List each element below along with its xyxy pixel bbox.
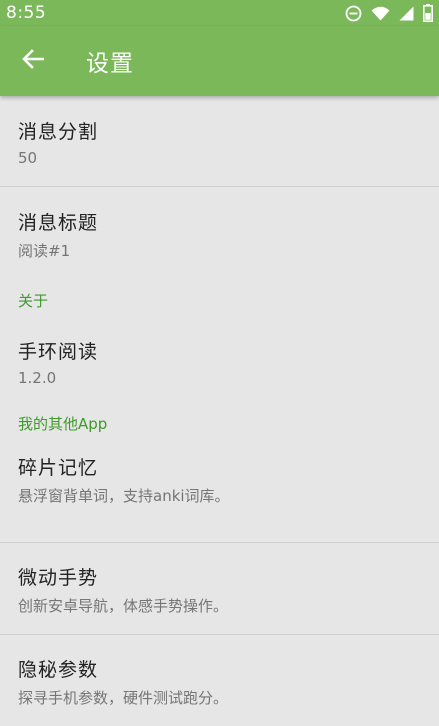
arrow-back-icon <box>22 49 45 73</box>
status-icons <box>345 4 433 22</box>
category-about: 关于 <box>18 292 49 310</box>
do-not-disturb-icon <box>345 5 362 22</box>
pref-title: 手环阅读 <box>18 341 99 363</box>
app-bar: 设置 <box>0 26 439 96</box>
pref-message-title[interactable]: 消息标题 阅读#1 <box>0 187 439 277</box>
pref-title: 隐秘参数 <box>18 659 99 681</box>
pref-message-split[interactable]: 消息分割 50 <box>0 96 439 186</box>
status-bar: 8:55 <box>0 0 439 26</box>
pref-summary: 1.2.0 <box>18 369 57 387</box>
back-button[interactable] <box>0 26 66 96</box>
preferences-list: 消息分割 50 消息标题 阅读#1 关于 手环阅读 1.2.0 我的其他App … <box>0 96 439 725</box>
pref-summary: 阅读#1 <box>18 242 71 260</box>
signal-icon <box>399 6 414 21</box>
page-title: 设置 <box>86 51 134 77</box>
battery-icon <box>423 4 433 22</box>
pref-summary: 创新安卓导航，体感手势操作。 <box>18 597 229 615</box>
pref-summary: 50 <box>18 149 38 167</box>
wifi-icon <box>371 6 390 21</box>
category-other-apps: 我的其他App <box>18 415 108 433</box>
pref-title: 消息标题 <box>18 212 99 234</box>
pref-summary: 悬浮窗背单词，支持anki词库。 <box>18 487 230 505</box>
pref-title: 微动手势 <box>18 567 99 589</box>
pref-app-suipian[interactable]: 碎片记忆 悬浮窗背单词，支持anki词库。 <box>0 451 439 542</box>
pref-title: 碎片记忆 <box>18 457 99 479</box>
pref-app-yinmi[interactable]: 隐秘参数 探寻手机参数，硬件测试跑分。 <box>0 635 439 725</box>
status-time: 8:55 <box>6 3 47 23</box>
pref-app-info[interactable]: 手环阅读 1.2.0 <box>0 321 439 411</box>
pref-title: 消息分割 <box>18 121 99 143</box>
pref-summary: 探寻手机参数，硬件测试跑分。 <box>18 689 229 707</box>
pref-app-weidong[interactable]: 微动手势 创新安卓导航，体感手势操作。 <box>0 543 439 634</box>
